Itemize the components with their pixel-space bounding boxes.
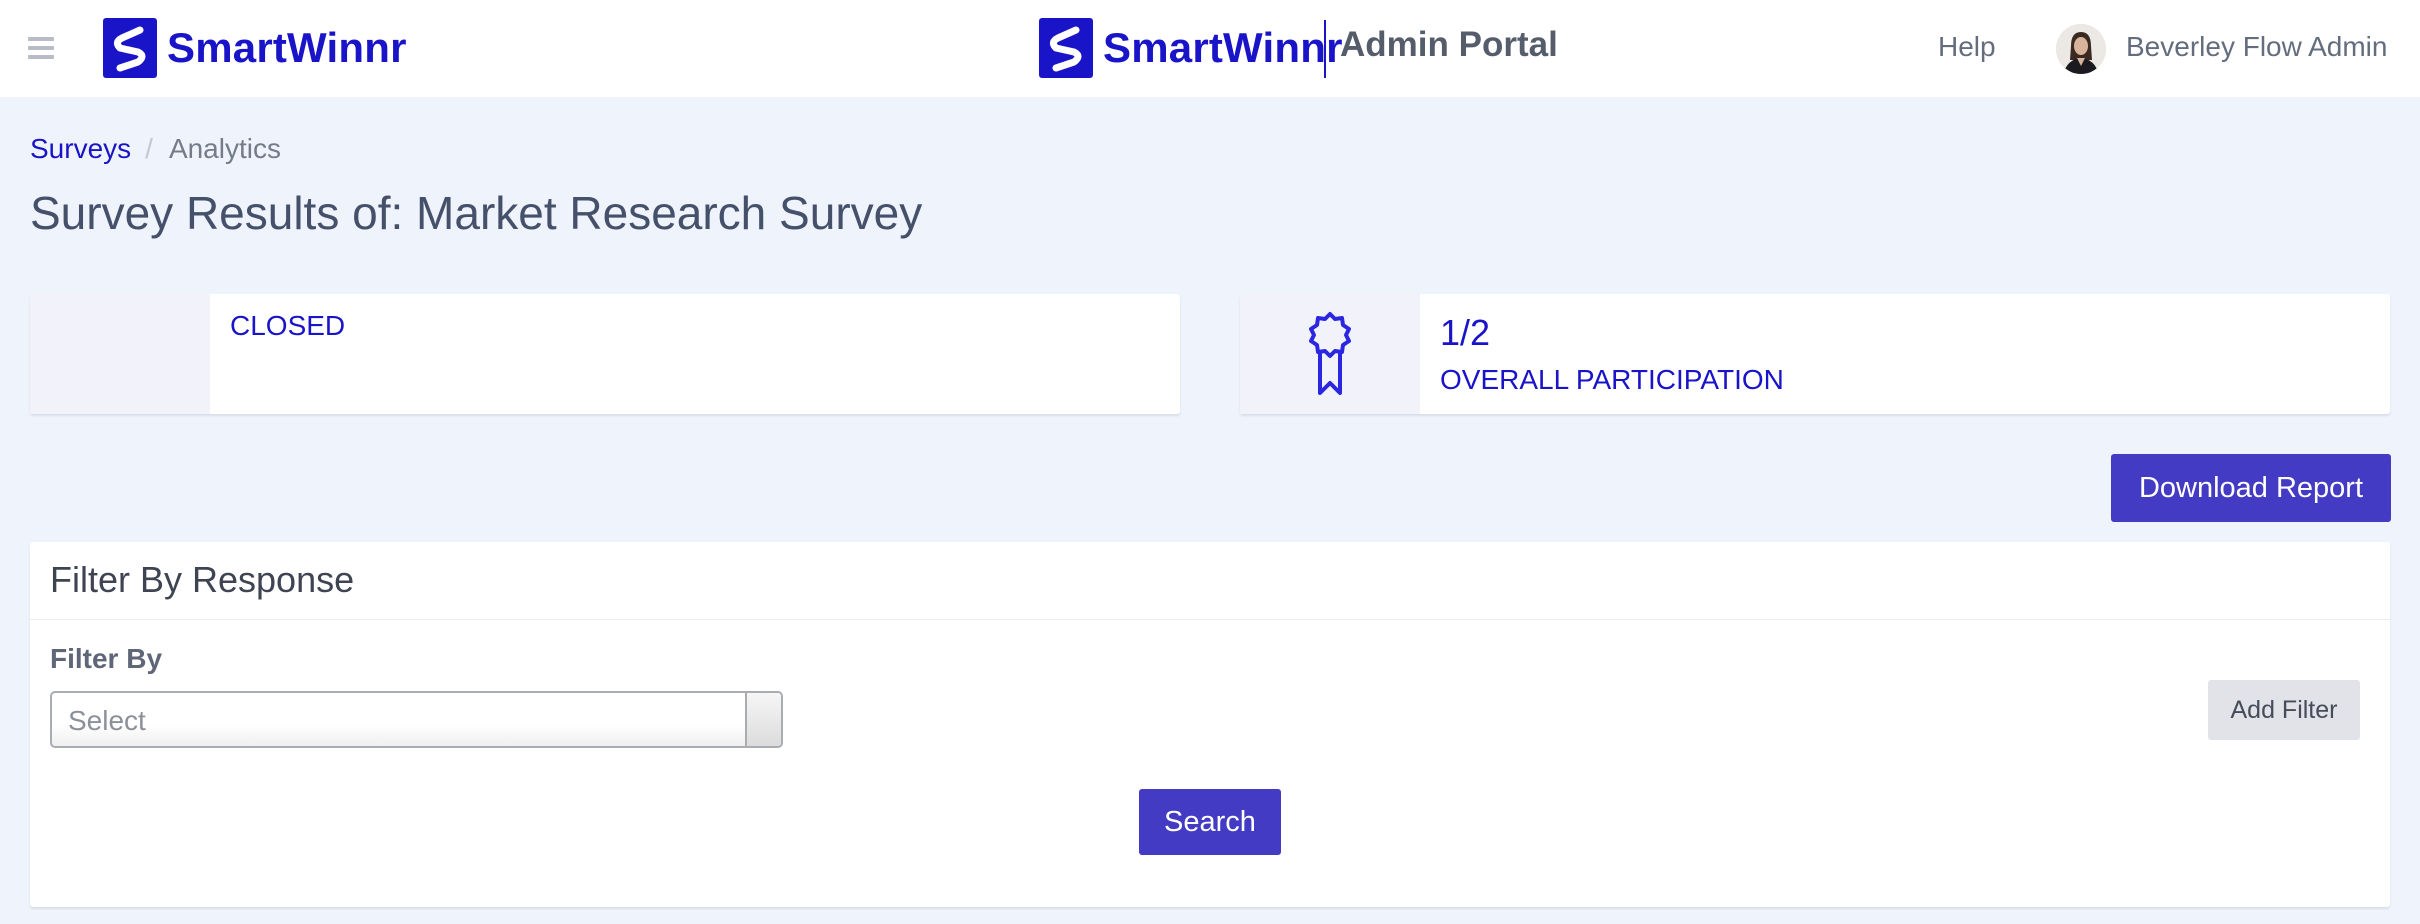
breadcrumb: Surveys / Analytics bbox=[30, 133, 281, 165]
help-link[interactable]: Help bbox=[1938, 31, 1996, 63]
download-report-button[interactable]: Download Report bbox=[2111, 454, 2391, 522]
brand-name: SmartWinnr bbox=[167, 24, 407, 71]
breadcrumb-current: Analytics bbox=[168, 133, 281, 164]
participation-label: OVERALL PARTICIPATION bbox=[1440, 364, 1784, 395]
filter-by-label: Filter By bbox=[50, 643, 163, 674]
survey-status: CLOSED bbox=[230, 310, 346, 341]
add-filter-button[interactable]: Add Filter bbox=[2208, 680, 2360, 740]
smartwinnr-logo-icon bbox=[103, 18, 157, 78]
brand-logo-center: SmartWinnr bbox=[1039, 18, 1343, 78]
award-ribbon-icon bbox=[1309, 312, 1351, 395]
page-title: Survey Results of: Market Research Surve… bbox=[30, 187, 923, 239]
portal-divider bbox=[1324, 20, 1326, 78]
brand-logo-left[interactable]: SmartWinnr bbox=[103, 18, 407, 78]
hamburger-menu-icon[interactable] bbox=[28, 37, 54, 59]
filter-select-placeholder: Select bbox=[68, 705, 146, 736]
filter-panel-title: Filter By Response bbox=[30, 542, 2390, 620]
filter-select[interactable]: Select bbox=[50, 691, 783, 748]
brand-name: SmartWinnr bbox=[1103, 24, 1343, 71]
breadcrumb-surveys-link[interactable]: Surveys bbox=[30, 133, 131, 165]
survey-status-card: CLOSED bbox=[30, 294, 1180, 414]
top-navbar: SmartWinnr SmartWinnr Admin Portal Help … bbox=[0, 0, 2420, 97]
select-dropdown-handle[interactable] bbox=[745, 693, 781, 746]
portal-title: Admin Portal bbox=[1340, 25, 1558, 64]
user-avatar[interactable] bbox=[2056, 24, 2106, 74]
search-button[interactable]: Search bbox=[1139, 789, 1281, 855]
participation-card: 1/2 OVERALL PARTICIPATION bbox=[1240, 294, 2390, 414]
participation-value: 1/2 bbox=[1440, 312, 1491, 353]
smartwinnr-logo-icon bbox=[1039, 18, 1093, 78]
status-icon-cell bbox=[30, 294, 210, 414]
user-name[interactable]: Beverley Flow Admin bbox=[2126, 31, 2387, 63]
breadcrumb-separator: / bbox=[145, 133, 153, 164]
